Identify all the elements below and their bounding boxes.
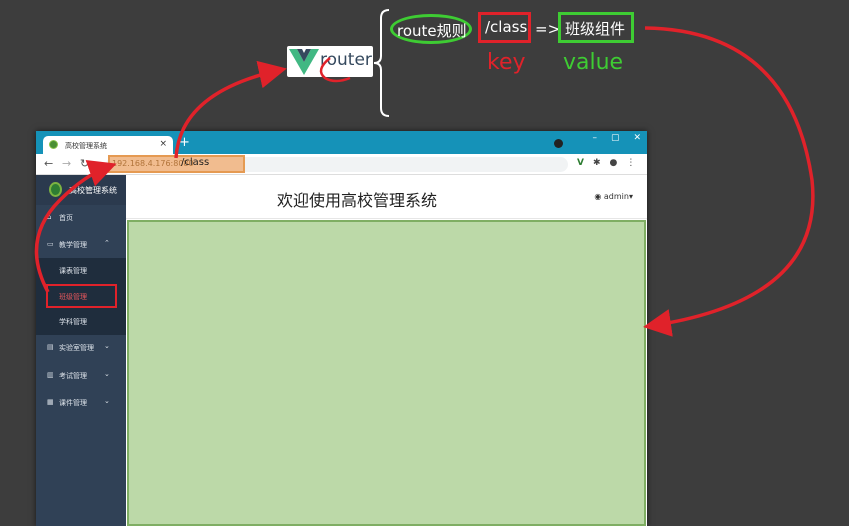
- home-icon: ⌂: [47, 213, 52, 221]
- component-value-box: 班级组件: [558, 12, 634, 43]
- sidebar-item-courseware[interactable]: ▦ 课件管理 ⌄: [36, 390, 126, 416]
- favicon-icon: [49, 140, 58, 149]
- tab-close-icon[interactable]: ×: [159, 139, 167, 149]
- user-menu[interactable]: ◉ admin▾: [594, 192, 633, 201]
- sidebar-item-label: 学科管理: [59, 318, 87, 326]
- chevron-down-icon: ⌄: [104, 397, 110, 405]
- sidebar-brand: 高校管理系统: [36, 175, 126, 205]
- chevron-up-icon: ⌃: [104, 239, 110, 247]
- path-key-box: /class: [478, 12, 531, 43]
- brand-logo-icon: [49, 182, 62, 197]
- router-view-area: [127, 220, 646, 526]
- user-name: admin: [603, 192, 629, 201]
- title-bar: 高校管理系统 × + – ▢ ✕: [36, 131, 647, 154]
- forward-icon[interactable]: →: [62, 157, 71, 170]
- sidebar-item-exam[interactable]: ▥ 考试管理 ⌄: [36, 363, 126, 389]
- chevron-down-icon: ⌄: [104, 342, 110, 350]
- sidebar-item-label: 首页: [59, 214, 73, 222]
- reload-icon[interactable]: ↻: [80, 157, 89, 170]
- sidebar-item-label: 课表管理: [59, 267, 87, 275]
- sidebar-item-teaching[interactable]: ▭ 教学管理 ⌃: [36, 232, 126, 258]
- sidebar: 高校管理系统 ⌂ 首页 ▭ 教学管理 ⌃ 课表管理 班级管理 学科管理 ▤ 实验…: [36, 175, 126, 526]
- extensions-icon[interactable]: ✱: [593, 158, 601, 168]
- profile-dot-icon[interactable]: [554, 139, 563, 148]
- sidebar-item-lab[interactable]: ▤ 实验室管理 ⌄: [36, 335, 126, 361]
- logo-text: router: [320, 50, 372, 70]
- app-header: 欢迎使用高校管理系统 ◉ admin▾: [126, 175, 647, 219]
- route-rule-label: route规则: [390, 14, 472, 44]
- back-icon[interactable]: ←: [44, 157, 53, 170]
- tab-title: 高校管理系统: [65, 142, 107, 150]
- new-tab-button[interactable]: +: [179, 135, 190, 150]
- file-icon: ▦: [47, 398, 54, 406]
- chevron-down-icon: ⌄: [104, 370, 110, 378]
- active-item-highlight: [46, 284, 117, 308]
- sidebar-item-label: 教学管理: [59, 241, 87, 249]
- url-path: /class: [181, 157, 210, 168]
- browser-tab[interactable]: 高校管理系统 ×: [43, 136, 173, 154]
- page-title: 欢迎使用高校管理系统: [277, 191, 438, 210]
- key-label: key: [487, 50, 526, 75]
- menu-icon[interactable]: ⋮: [626, 158, 635, 168]
- sidebar-item-home[interactable]: ⌂ 首页: [36, 205, 126, 231]
- sidebar-item-subject[interactable]: 学科管理: [36, 309, 126, 335]
- account-icon[interactable]: ●: [610, 158, 618, 168]
- doc-icon: ▤: [47, 343, 54, 351]
- sidebar-item-label: 课件管理: [59, 399, 87, 407]
- close-window-button[interactable]: ✕: [633, 133, 641, 143]
- caret-down-icon: ▾: [628, 192, 633, 201]
- sidebar-item-schedule[interactable]: 课表管理: [36, 258, 126, 284]
- maps-to-arrow: =>: [535, 20, 561, 38]
- browser-window: 高校管理系统 × + – ▢ ✕ ← → ↻ 192.168.4.176:808…: [36, 131, 647, 526]
- vue-router-logo: router: [287, 46, 373, 77]
- brand-title: 高校管理系统: [69, 186, 117, 195]
- user-icon: ◉: [594, 192, 604, 201]
- brace-icon: [373, 9, 390, 117]
- browser-toolbar: ← → ↻ 192.168.4.176:8080 /class V ✱ ● ⋮: [36, 154, 647, 175]
- sidebar-item-label: 考试管理: [59, 372, 87, 380]
- book-icon: ▥: [47, 371, 54, 379]
- minimize-button[interactable]: –: [592, 133, 597, 143]
- maximize-button[interactable]: ▢: [611, 133, 620, 143]
- sidebar-item-label: 实验室管理: [59, 344, 94, 352]
- vue-devtools-icon[interactable]: V: [577, 158, 584, 168]
- component-to-view-arrow: [643, 26, 815, 337]
- monitor-icon: ▭: [47, 240, 54, 248]
- value-label: value: [563, 50, 624, 75]
